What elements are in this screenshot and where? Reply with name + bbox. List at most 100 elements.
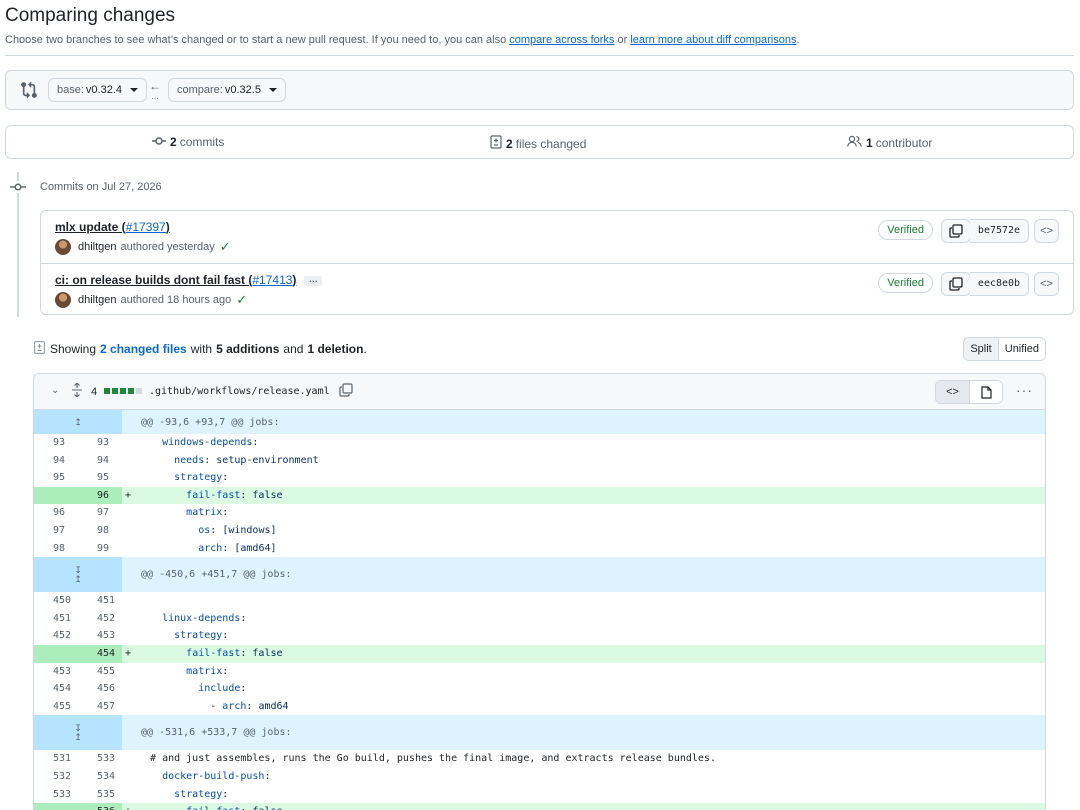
copy-sha-button[interactable]	[941, 272, 971, 296]
file-diff-icon	[490, 135, 502, 152]
new-line-number[interactable]: 93	[75, 434, 122, 452]
pr-link[interactable]: #17397	[126, 220, 166, 234]
diff-line: 96 97 matrix:	[34, 504, 1045, 522]
diff-marker: +	[125, 647, 132, 659]
compare-across-forks-link[interactable]: compare across forks	[509, 34, 614, 46]
new-line-number[interactable]: 536	[75, 803, 122, 810]
old-line-number[interactable]: 452	[34, 627, 75, 645]
expand-message-button[interactable]: …	[304, 274, 323, 286]
expand-up-button[interactable]: ↥	[34, 410, 122, 434]
arrow-left-icon: ←	[149, 79, 161, 93]
code-line: matrix:	[186, 507, 229, 519]
diff-line: 454 456 include:	[34, 680, 1045, 698]
diff-line: 455 457 - arch: amd64	[34, 698, 1045, 716]
pr-link[interactable]: #17413	[252, 273, 292, 287]
new-line-number[interactable]: 457	[75, 698, 122, 716]
diff-line: 452 453 strategy:	[34, 627, 1045, 645]
new-line-number[interactable]: 94	[75, 452, 122, 470]
base-branch-select[interactable]: base: v0.32.4	[48, 78, 148, 102]
old-line-number[interactable]: 93	[34, 434, 75, 452]
new-line-number[interactable]: 99	[75, 540, 122, 558]
code-line: docker-build-push:	[162, 770, 271, 782]
old-line-number[interactable]: 533	[34, 786, 75, 804]
file-diff-icon	[34, 341, 45, 357]
split-view-button[interactable]: Split	[964, 338, 998, 360]
compare-branch-select[interactable]: compare: v0.32.5	[168, 78, 286, 102]
avatar[interactable]	[55, 292, 71, 308]
file-path-link[interactable]: .github/workflows/release.yaml	[149, 386, 330, 397]
learn-more-link[interactable]: learn more about diff comparisons	[630, 34, 796, 46]
copy-sha-button[interactable]	[941, 219, 971, 243]
code-line: fail-fast: false	[138, 803, 1045, 810]
copy-icon[interactable]	[339, 383, 355, 399]
expand-both-button[interactable]: ↧ ↥	[34, 715, 122, 751]
old-line-number[interactable]: 94	[34, 452, 75, 470]
check-icon[interactable]: ✓	[236, 292, 247, 308]
commits-tab[interactable]: 2 commits	[152, 135, 224, 149]
new-line-number[interactable]: 452	[75, 610, 122, 628]
browse-repo-button[interactable]: <>	[1034, 272, 1059, 296]
old-line-number[interactable]	[34, 803, 75, 810]
and-text: and	[283, 342, 304, 356]
diff-marker	[122, 750, 138, 768]
code-line: windows-depends:	[162, 437, 259, 448]
commit-sha-link[interactable]: eec8e0b	[970, 272, 1029, 296]
diff-marker	[122, 469, 138, 487]
author-link[interactable]: dhiltgen	[78, 294, 117, 306]
contributors-label: contributor	[875, 135, 933, 150]
old-line-number[interactable]: 531	[34, 750, 75, 768]
old-line-number[interactable]: 98	[34, 540, 75, 558]
code-line: arch: [amd64]	[198, 542, 277, 554]
expand-both-button[interactable]: ↧ ↥	[34, 557, 122, 593]
check-icon[interactable]: ✓	[220, 239, 231, 255]
author-link[interactable]: dhiltgen	[78, 241, 117, 253]
new-line-number[interactable]: 451	[75, 592, 122, 610]
new-line-number[interactable]: 456	[75, 680, 122, 698]
new-line-number[interactable]: 97	[75, 504, 122, 522]
old-line-number[interactable]: 96	[34, 504, 75, 522]
old-line-number[interactable]: 532	[34, 768, 75, 786]
commit-title-link[interactable]: mlx update (#17397)	[55, 220, 170, 234]
new-line-number[interactable]: 96	[75, 486, 122, 505]
new-line-number[interactable]: 454	[75, 644, 122, 663]
old-line-number[interactable]: 455	[34, 698, 75, 716]
commit-time: authored 18 hours ago	[120, 294, 232, 306]
old-line-number[interactable]	[34, 644, 75, 663]
commit-row: mlx update (#17397) dhiltgen authored ye…	[41, 211, 1073, 263]
chevron-down-icon[interactable]: ⌄	[51, 385, 59, 396]
verified-badge[interactable]: Verified	[878, 220, 933, 240]
old-line-number[interactable]: 97	[34, 522, 75, 540]
new-line-number[interactable]: 535	[75, 786, 122, 804]
file-view-toggle: <>	[935, 380, 1003, 404]
old-line-number[interactable]: 451	[34, 610, 75, 628]
old-line-number[interactable]: 95	[34, 469, 75, 487]
verified-badge[interactable]: Verified	[878, 273, 933, 293]
description-text: Choose two branches to see what’s change…	[5, 34, 507, 46]
files-changed-tab[interactable]: 2 files changed	[490, 135, 586, 152]
browse-repo-button[interactable]: <>	[1034, 219, 1059, 243]
commit-title-link[interactable]: ci: on release builds dont fail fast (#1…	[55, 273, 323, 287]
new-line-number[interactable]: 95	[75, 469, 122, 487]
old-line-number[interactable]: 453	[34, 663, 75, 681]
contributors-count: 1	[866, 135, 873, 150]
commit-sha-link[interactable]: be7572e	[970, 219, 1029, 243]
code-icon[interactable]: <>	[936, 381, 969, 403]
old-line-number[interactable]	[34, 486, 75, 505]
new-line-number[interactable]: 453	[75, 627, 122, 645]
kebab-horizontal-icon[interactable]: ···	[1016, 382, 1033, 398]
contributors-tab[interactable]: 1 contributor	[847, 135, 932, 150]
old-line-number[interactable]: 450	[34, 592, 75, 610]
new-line-number[interactable]: 534	[75, 768, 122, 786]
changed-files-link[interactable]: 2 changed files	[100, 342, 187, 356]
new-line-number[interactable]: 533	[75, 750, 122, 768]
unfold-icon[interactable]	[72, 382, 82, 400]
avatar[interactable]	[55, 239, 71, 255]
unified-view-button[interactable]: Unified	[997, 338, 1045, 360]
new-line-number[interactable]: 455	[75, 663, 122, 681]
timeline-line	[17, 172, 19, 317]
old-line-number[interactable]: 454	[34, 680, 75, 698]
new-line-number[interactable]: 98	[75, 522, 122, 540]
file-icon[interactable]	[969, 381, 1002, 403]
code-line: strategy:	[174, 472, 229, 484]
